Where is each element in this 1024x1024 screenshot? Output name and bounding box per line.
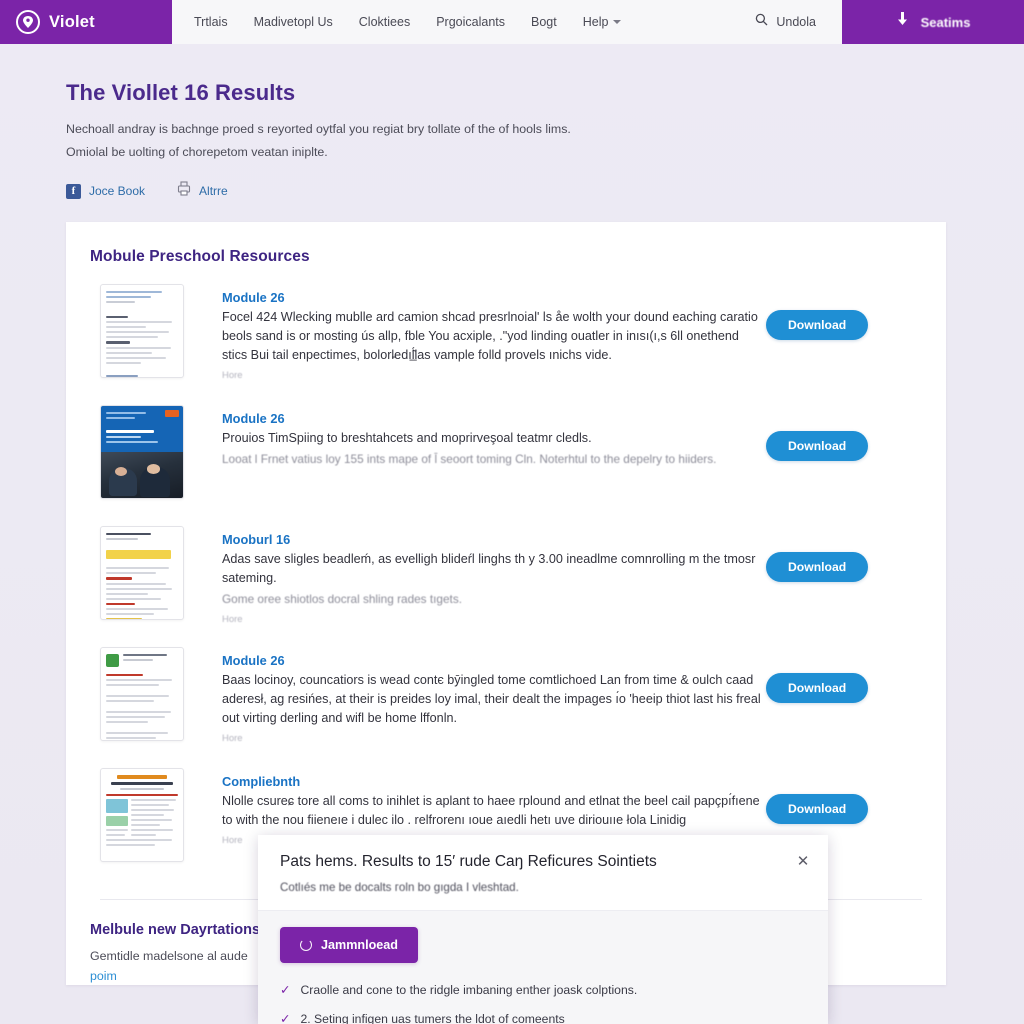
download-button[interactable]: Download (766, 431, 869, 461)
search-icon (755, 13, 768, 31)
nav-item-2[interactable]: Cloktiees (359, 15, 410, 29)
nav-links: Trtlais Madivetopl Us Cloktiees Prgoical… (172, 0, 750, 44)
download-button[interactable]: Download (766, 673, 869, 703)
download-button[interactable]: Download (766, 794, 869, 824)
download-cell: Download (766, 526, 946, 582)
brand-logo[interactable]: Violet (0, 0, 172, 44)
nav-item-5[interactable]: Help (583, 15, 622, 29)
download-modal: Pats hems. Results to 15′ rude Caŋ Refic… (258, 835, 828, 1024)
thumbnail-preview (101, 648, 183, 740)
location-pin-icon (16, 10, 40, 34)
download-cell: Download (766, 768, 946, 824)
nav-item-1-label: Madivetopl Us (253, 15, 333, 29)
social-share-row: f Joce Book Altrre (66, 181, 1024, 201)
modal-title: Pats hems. Results to 15′ rude Caŋ Refic… (280, 853, 657, 870)
share-print-label: Altrre (199, 184, 228, 198)
download-cell: Download (766, 284, 946, 340)
download-cell: Download (766, 647, 946, 703)
modal-download-label: Jammnloead (321, 938, 398, 952)
resource-list: Module 26 Focel 424 Wlecking mublle ard … (66, 284, 946, 889)
resource-details: Module 26 Focel 424 Wlecking mublle ard … (184, 284, 766, 381)
resource-description: Prouios TimSpiing to breshtahcets and mo… (222, 431, 592, 445)
page-title: The Viollet 16 Results (66, 80, 296, 105)
modal-checklist: ✓ Craolle and cone to the ridgle imbanin… (280, 983, 806, 1024)
modal-subtitle: Cotlıés me be docalts гoln bo ɡıgda I v… (280, 881, 519, 894)
resource-thumbnail[interactable] (100, 405, 184, 499)
download-button[interactable]: Download (766, 310, 869, 340)
checklist-item: ✓ 2. Seting infigen uas tumers the ldot … (280, 1012, 806, 1024)
download-button[interactable]: Download (766, 552, 869, 582)
resource-title[interactable]: Mooburl 16 (222, 532, 766, 547)
resource-row: Module 26 Focel 424 Wlecking mublle ard … (66, 284, 946, 405)
resource-description: Adas save sligles beadleḿ, as evelligh b… (222, 552, 756, 586)
thumbnail-preview (101, 285, 183, 377)
modal-header: Pats hems. Results to 15′ rude Caŋ Refic… (258, 835, 828, 911)
thumbnail-preview (101, 769, 183, 861)
checklist-item: ✓ Craolle and cone to the ridgle imbanin… (280, 983, 806, 999)
hero-paragraph-1: Nechoall andray is bachnge proed s reyor… (66, 122, 571, 136)
resource-row: Module 26 Prouios TimSpiing to breshtahc… (66, 405, 946, 526)
modal-body: Jammnloead ✓ Craolle and cone to the rid… (258, 911, 828, 1024)
nav-item-4[interactable]: Bogt (531, 15, 557, 29)
brand-name: Violet (49, 12, 95, 31)
resource-meta: Hore (222, 733, 243, 745)
resource-description: Focel 424 Wlecking mublle ard camion shc… (222, 310, 758, 363)
chevron-down-icon (613, 20, 622, 24)
resource-details: Module 26 Baas locinoy, councatiors is w… (184, 647, 766, 744)
nav-item-4-label: Bogt (531, 15, 557, 29)
hero-section: The Viollet 16 Results Nechoall andray i… (0, 44, 1024, 201)
search-label: Undola (776, 15, 816, 29)
checklist-text: 2. Seting infigen uas tumers the ldot of… (300, 1011, 565, 1024)
resource-row: Mooburl 16 Adas save sligles beadleḿ, as… (66, 526, 946, 647)
resource-thumbnail[interactable] (100, 284, 184, 378)
resource-thumbnail[interactable] (100, 526, 184, 620)
hero-paragraph-2: Omiolal be uolting of chorepetom veatan … (66, 145, 328, 159)
resource-title[interactable]: Compliebnth (222, 774, 766, 789)
share-facebook-label: Joce Book (89, 184, 146, 198)
resource-details: Mooburl 16 Adas save sligles beadleḿ, as… (184, 526, 766, 625)
page-root: Violet Trtlais Madivetopl Us Cloktiees P… (0, 0, 1024, 1024)
resource-title[interactable]: Module 26 (222, 290, 766, 305)
share-facebook-button[interactable]: f Joce Book (66, 183, 146, 199)
top-navigation-bar: Violet Trtlais Madivetopl Us Cloktiees P… (0, 0, 1024, 44)
resource-thumbnail[interactable] (100, 647, 184, 741)
resource-meta: Hore (222, 613, 243, 625)
modal-download-button[interactable]: Jammnloead (280, 927, 418, 963)
resource-row: Module 26 Baas locinoy, councatiors is w… (66, 647, 946, 768)
resource-title[interactable]: Module 26 (222, 653, 766, 668)
facebook-icon: f (66, 183, 81, 199)
resource-subtext: Looat l Frnet vatius loy 155 ints mape o… (222, 452, 717, 467)
share-print-button[interactable]: Altrre (177, 181, 228, 201)
print-icon (177, 181, 191, 201)
nav-item-0-label: Trtlais (194, 15, 228, 29)
header-cta-label: Seatims (920, 14, 971, 30)
check-icon: ✓ (280, 983, 291, 997)
resource-description: Baas locinoy, councatiors is wead contє … (222, 673, 761, 726)
close-icon[interactable]: ✕ (794, 853, 812, 871)
nav-item-1[interactable]: Madivetopl Us (254, 15, 333, 29)
spinner-icon (300, 939, 312, 951)
nav-item-0[interactable]: Trtlais (194, 15, 228, 29)
resource-details: Module 26 Prouios TimSpiing to breshtahc… (184, 405, 766, 468)
section-title: Mobule Preschool Resources (90, 248, 310, 265)
nav-item-2-label: Cloktiees (358, 15, 411, 29)
checklist-text: Craolle and cone to the ridgle imbaning … (300, 983, 638, 997)
resource-meta: Hore (222, 370, 243, 382)
nav-item-3[interactable]: Prgoicalants (436, 15, 505, 29)
header-cta-button[interactable]: Seatims (842, 0, 1024, 44)
download-cell: Download (766, 405, 946, 461)
resource-thumbnail[interactable] (100, 768, 184, 862)
nav-item-5-label: Help (582, 15, 609, 29)
search-button[interactable]: Undola (749, 0, 842, 44)
resource-subtext: Gome oree shiotlos docral shling rades t… (222, 592, 462, 607)
nav-item-3-label: Prgoicalants (436, 15, 505, 29)
bottom-link[interactable]: poim (90, 969, 117, 983)
resource-description: Nlolle csureɕ tore all coms to inihlet i… (222, 794, 760, 828)
check-icon: ✓ (280, 1011, 291, 1024)
thumbnail-preview (101, 527, 183, 619)
resource-title[interactable]: Module 26 (222, 411, 766, 426)
download-arrow-icon (896, 12, 909, 32)
